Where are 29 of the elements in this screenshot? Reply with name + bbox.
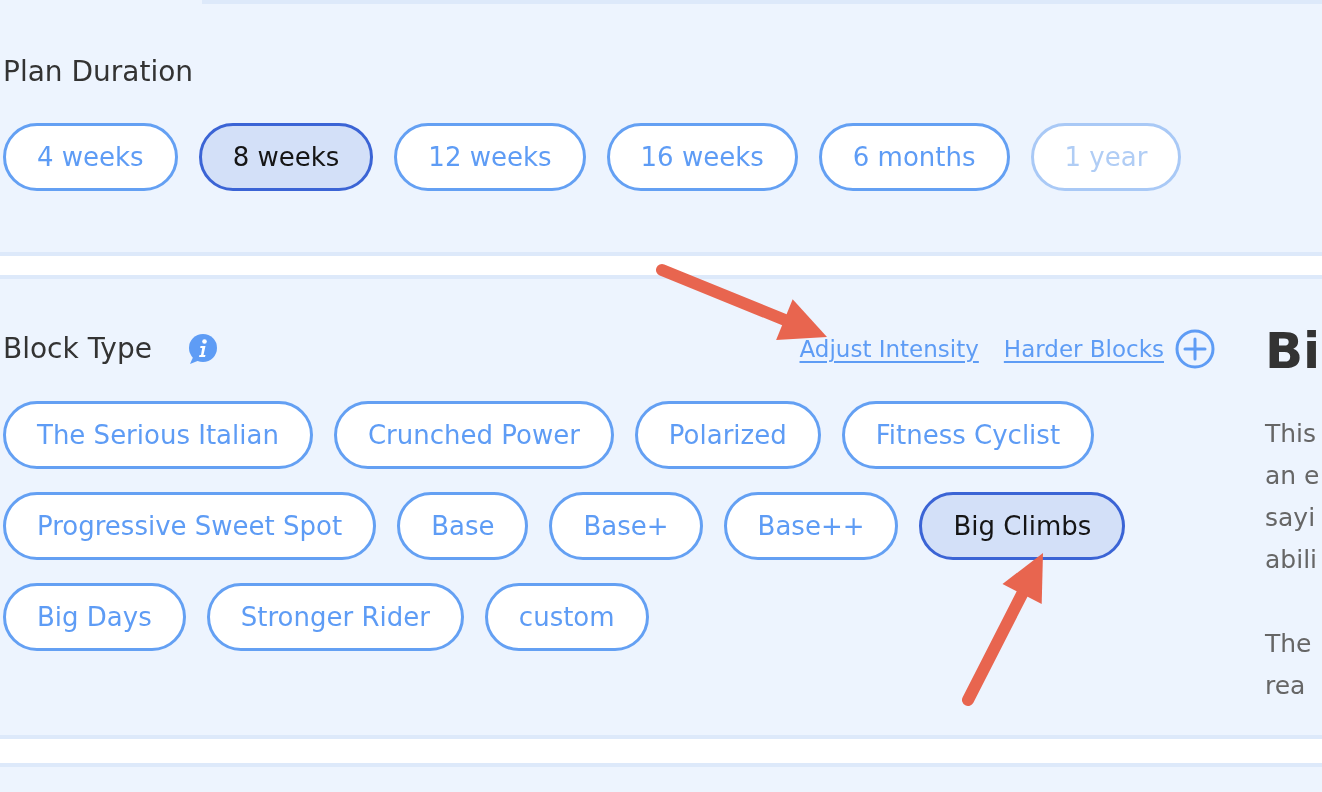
block-option[interactable]: Base: [397, 492, 529, 560]
duration-option[interactable]: 6 months: [818, 123, 1010, 191]
duration-option[interactable]: 8 weeks: [198, 123, 374, 191]
duration-option[interactable]: 16 weeks: [606, 123, 798, 191]
block-option[interactable]: custom: [484, 583, 649, 651]
block-option[interactable]: The Serious Italian: [3, 401, 313, 469]
description-text: The: [1265, 628, 1312, 660]
description-text: This: [1265, 418, 1317, 450]
block-option[interactable]: Polarized: [634, 401, 821, 469]
detail-heading: Bi: [1265, 323, 1322, 379]
section-title: Plan Duration: [3, 55, 194, 89]
description-text: abili: [1265, 544, 1318, 576]
text-link[interactable]: Harder Blocks: [1003, 336, 1164, 362]
description-text: sayi: [1265, 502, 1316, 534]
description-text: an e: [1265, 460, 1320, 492]
block-option[interactable]: Fitness Cyclist: [841, 401, 1095, 469]
block-option[interactable]: Progressive Sweet Spot: [3, 492, 377, 560]
description-text: rea: [1265, 670, 1306, 702]
duration-option[interactable]: 12 weeks: [394, 123, 586, 191]
block-option[interactable]: Stronger Rider: [206, 583, 464, 651]
block-option[interactable]: Crunched Power: [333, 401, 614, 469]
block-option[interactable]: Base+: [549, 492, 703, 560]
block-option[interactable]: Base++: [723, 492, 899, 560]
block-option[interactable]: Big Climbs: [919, 492, 1126, 560]
duration-option[interactable]: 4 weeks: [3, 123, 178, 191]
text-link[interactable]: Adjust Intensity: [799, 336, 979, 362]
section-title: Block Type: [3, 332, 152, 366]
add-icon[interactable]: [1175, 329, 1215, 369]
block-option[interactable]: Big Days: [3, 583, 186, 651]
